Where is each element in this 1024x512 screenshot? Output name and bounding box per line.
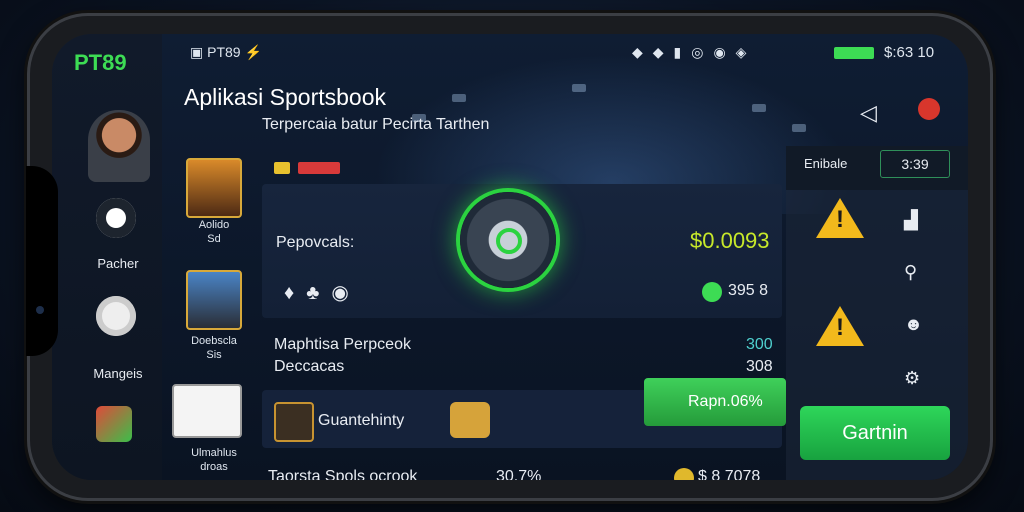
clock: $:63 10 bbox=[884, 44, 935, 61]
phone-frame: PT89 Pacher Mangeis Aolido Sd Doebscla Sis… bbox=[26, 16, 990, 498]
warning-icon: ! bbox=[816, 306, 864, 346]
match-value: 300 bbox=[746, 336, 773, 353]
location-icon[interactable]: ⚲ bbox=[904, 262, 917, 283]
team-icons[interactable]: ♦♣◉ bbox=[284, 280, 361, 305]
brand-logo: PT89 bbox=[74, 50, 127, 75]
nav-item-label[interactable]: Mangeis bbox=[72, 366, 164, 381]
user-icon[interactable]: ☻ bbox=[904, 314, 923, 335]
page-subtitle: Terpercaia batur Pecirta Tarthen bbox=[262, 116, 490, 133]
compass-icon[interactable] bbox=[96, 198, 136, 238]
camera bbox=[36, 306, 44, 314]
game-thumbnail[interactable] bbox=[186, 158, 242, 218]
game-label: Aolido Sd bbox=[198, 219, 230, 245]
match-subtitle: Deccacas bbox=[274, 358, 345, 375]
footer-amount: $ 8 7078 bbox=[698, 468, 761, 480]
settings-icon[interactable]: ⚙ bbox=[904, 368, 920, 389]
user-avatar[interactable] bbox=[88, 110, 150, 182]
coin-icon bbox=[674, 468, 694, 480]
counter-value: 395 8 bbox=[728, 282, 769, 299]
spin-dial[interactable] bbox=[460, 192, 556, 288]
notification-icon[interactable] bbox=[918, 98, 940, 120]
footer-value: 30.7% bbox=[496, 468, 542, 480]
trophy-icon[interactable] bbox=[96, 406, 132, 442]
share-icon[interactable]: ◁ bbox=[860, 100, 877, 126]
phone-notch bbox=[26, 166, 58, 356]
warning-icon: ! bbox=[816, 198, 864, 238]
game-label: Ulmahlus droas bbox=[191, 447, 237, 473]
tag-badge bbox=[274, 162, 290, 174]
shield-icon bbox=[274, 402, 314, 442]
lightning-icon: ⚡ bbox=[240, 44, 262, 60]
ticket-icon bbox=[450, 402, 490, 438]
footer-label: Taorsta Spols ocrook bbox=[268, 468, 418, 480]
coin-icon bbox=[702, 282, 722, 302]
match-title[interactable]: Maphtisa Perpceok bbox=[274, 336, 411, 354]
status-icons: ◆◆▮◎◉◈ bbox=[632, 44, 757, 60]
battery-icon bbox=[834, 44, 874, 60]
rate-button[interactable]: Rapn.06% bbox=[644, 378, 786, 426]
menu-icon: ▣ bbox=[190, 44, 208, 60]
status-left: ▣ PT89 ⚡ bbox=[190, 44, 262, 60]
gift-icon[interactable] bbox=[96, 296, 136, 336]
app-screen: PT89 Pacher Mangeis Aolido Sd Doebscla Sis… bbox=[52, 34, 968, 480]
side-badge-value[interactable]: 3:39 bbox=[880, 150, 950, 178]
nav-item-label[interactable]: Pacher bbox=[72, 256, 164, 271]
page-title: Aplikasi Sportsbook bbox=[184, 84, 386, 110]
action-button[interactable]: Gartnin bbox=[800, 406, 950, 460]
side-badge-label: Enibale bbox=[804, 156, 848, 171]
left-sidebar: PT89 Pacher Mangeis bbox=[52, 34, 162, 480]
game-label: Doebscla Sis bbox=[191, 335, 237, 361]
playing-cards-icon[interactable] bbox=[172, 384, 242, 438]
bet-label: Pepovcals: bbox=[276, 234, 355, 251]
balance-value: $0.0093 bbox=[690, 228, 770, 253]
chart-icon[interactable]: ▟ bbox=[904, 210, 918, 231]
tag-badge bbox=[298, 162, 340, 174]
match-value: 308 bbox=[746, 358, 773, 375]
game-thumbnail[interactable] bbox=[186, 270, 242, 330]
guarantee-label: Guantehinty bbox=[318, 412, 405, 429]
